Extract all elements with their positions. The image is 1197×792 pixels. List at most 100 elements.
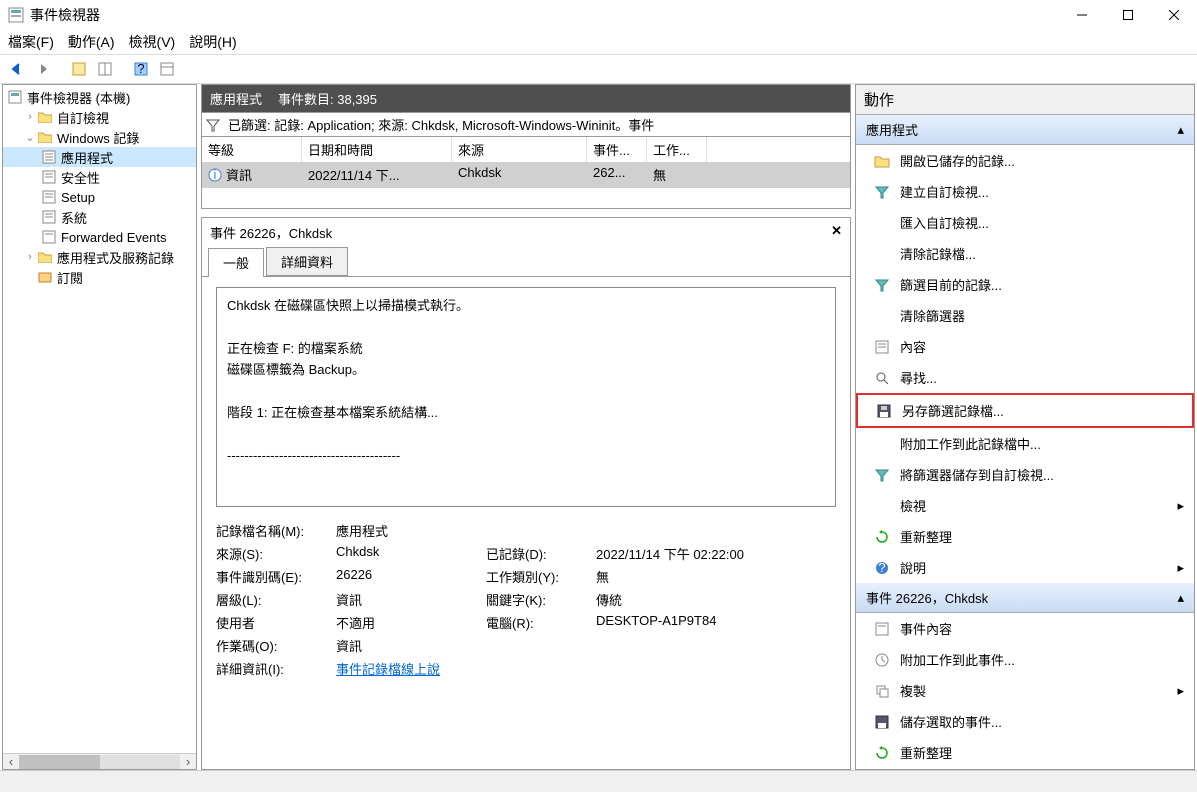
prop-user-value: 不適用: [336, 613, 486, 632]
chevron-up-icon: ▴: [1177, 122, 1184, 138]
table-row[interactable]: i資訊 2022/11/14 下... Chkdsk 262... 無: [202, 162, 850, 188]
folder-icon: [37, 109, 53, 125]
action-create-cv[interactable]: 建立自訂檢視...: [856, 176, 1194, 207]
tree-custom[interactable]: › 自訂檢視: [3, 107, 196, 127]
tool-icon-1[interactable]: [68, 58, 90, 80]
log-icon: [41, 209, 57, 225]
menu-help[interactable]: 說明(H): [189, 32, 236, 52]
actions-section-event[interactable]: 事件 26226，Chkdsk▴: [856, 583, 1194, 613]
filter-bar: 已篩選: 記錄: Application; 來源: Chkdsk, Micros…: [201, 113, 851, 137]
col-date[interactable]: 日期和時間: [302, 137, 452, 162]
action-help[interactable]: ?說明▸: [856, 552, 1194, 583]
blank-icon: [874, 498, 890, 514]
col-source[interactable]: 來源: [452, 137, 587, 162]
help-icon[interactable]: ?: [130, 58, 152, 80]
tree-root[interactable]: 事件檢視器 (本機): [3, 87, 196, 107]
table-header[interactable]: 等級 日期和時間 來源 事件... 工作...: [202, 137, 850, 162]
action-clear-log[interactable]: 清除記錄檔...: [856, 238, 1194, 269]
filter-icon: [206, 118, 222, 132]
menu-action[interactable]: 動作(A): [68, 32, 115, 52]
folder-icon: [37, 249, 53, 265]
action-view[interactable]: 檢視▸: [856, 490, 1194, 521]
forward-button[interactable]: [32, 58, 54, 80]
action-find[interactable]: 尋找...: [856, 362, 1194, 393]
action-import-cv[interactable]: 匯入自訂檢視...: [856, 207, 1194, 238]
prop-eid-label: 事件識別碼(E):: [216, 567, 336, 586]
collapse-icon[interactable]: ⌄: [23, 131, 37, 144]
tool-icon-2[interactable]: [94, 58, 116, 80]
minimize-button[interactable]: [1059, 0, 1105, 30]
app-icon: [8, 7, 24, 23]
menu-file[interactable]: 檔案(F): [8, 32, 54, 52]
col-level[interactable]: 等級: [202, 137, 302, 162]
tree-appsvc-label: 應用程式及服務記錄: [57, 248, 174, 267]
blank-icon: [874, 308, 890, 324]
action-props[interactable]: 內容: [856, 331, 1194, 362]
action-save-cv[interactable]: 將篩選器儲存到自訂檢視...: [856, 459, 1194, 490]
tree-sys-label: 系統: [61, 208, 87, 227]
tree-sub[interactable]: 訂閱: [3, 267, 196, 287]
help-icon: ?: [874, 560, 890, 576]
action-open-saved[interactable]: 開啟已儲存的記錄...: [856, 145, 1194, 176]
tree-winlog[interactable]: ⌄ Windows 記錄: [3, 127, 196, 147]
expand-icon[interactable]: ›: [23, 111, 37, 123]
close-button[interactable]: [1151, 0, 1197, 30]
blank-icon: [874, 246, 890, 262]
tool-icon-3[interactable]: [156, 58, 178, 80]
tab-details[interactable]: 詳細資料: [266, 247, 348, 276]
action-filter[interactable]: 篩選目前的記錄...: [856, 269, 1194, 300]
col-task[interactable]: 工作...: [647, 137, 707, 162]
tree-app[interactable]: 應用程式: [3, 147, 196, 167]
moreinfo-link[interactable]: 事件記錄檔線上說: [336, 662, 440, 677]
action-refresh[interactable]: 重新整理: [856, 521, 1194, 552]
detail-title: 事件 26226，Chkdsk: [210, 223, 332, 242]
tab-general[interactable]: 一般: [208, 248, 264, 277]
cell-date: 2022/11/14 下...: [302, 162, 452, 188]
detail-tabs: 一般 詳細資料: [202, 247, 850, 277]
action-clear-filter[interactable]: 清除篩選器: [856, 300, 1194, 331]
horizontal-scrollbar[interactable]: ‹ ›: [3, 753, 196, 769]
prop-taskcat-value: 無: [596, 567, 796, 586]
properties-icon: [874, 621, 890, 637]
action-refresh-2[interactable]: 重新整理: [856, 737, 1194, 768]
back-button[interactable]: [6, 58, 28, 80]
tree-sys[interactable]: 系統: [3, 207, 196, 227]
menu-view[interactable]: 檢視(V): [129, 32, 176, 52]
tree-sec[interactable]: 安全性: [3, 167, 196, 187]
prop-eid-value: 26226: [336, 567, 486, 586]
maximize-button[interactable]: [1105, 0, 1151, 30]
center-header: 應用程式 事件數目: 38,395: [201, 84, 851, 113]
cell-level: i資訊: [202, 162, 302, 188]
tree-setup[interactable]: Setup: [3, 187, 196, 207]
action-save-selected[interactable]: 儲存選取的事件...: [856, 706, 1194, 737]
statusbar: [0, 770, 1197, 792]
action-save-filtered[interactable]: 另存篩選記錄檔...: [856, 393, 1194, 428]
action-copy[interactable]: 複製▸: [856, 675, 1194, 706]
tree-appsvc[interactable]: › 應用程式及服務記錄: [3, 247, 196, 267]
tree-sub-label: 訂閱: [57, 268, 83, 287]
detail-title-bar: 事件 26226，Chkdsk ✕: [202, 218, 850, 247]
filter-save-icon: [874, 467, 890, 483]
tree-fwd-label: Forwarded Events: [61, 230, 167, 245]
chevron-right-icon: ▸: [1177, 560, 1184, 576]
close-icon[interactable]: ✕: [831, 223, 842, 242]
prop-logname-value: 應用程式: [336, 521, 486, 540]
action-attach-log[interactable]: 附加工作到此記錄檔中...: [856, 428, 1194, 459]
action-event-props[interactable]: 事件內容: [856, 613, 1194, 644]
prop-source-value: Chkdsk: [336, 544, 486, 563]
action-help-2[interactable]: 說明: [856, 768, 1194, 769]
expand-icon[interactable]: ›: [23, 251, 37, 263]
action-attach-event[interactable]: 附加工作到此事件...: [856, 644, 1194, 675]
tree-fwd[interactable]: Forwarded Events: [3, 227, 196, 247]
col-eventid[interactable]: 事件...: [587, 137, 647, 162]
sub-icon: [37, 269, 53, 285]
window-title: 事件檢視器: [30, 5, 100, 25]
actions-section-app[interactable]: 應用程式▴: [856, 115, 1194, 145]
scroll-right-icon[interactable]: ›: [180, 754, 196, 769]
scroll-left-icon[interactable]: ‹: [3, 754, 19, 769]
tree-pane: 事件檢視器 (本機) › 自訂檢視 ⌄ Windows 記錄 應用程式 安全性 …: [2, 84, 197, 770]
tree-sec-label: 安全性: [61, 168, 100, 187]
log-icon: [41, 169, 57, 185]
save-icon: [874, 714, 890, 730]
prop-taskcat-label: 工作類別(Y):: [486, 567, 596, 586]
